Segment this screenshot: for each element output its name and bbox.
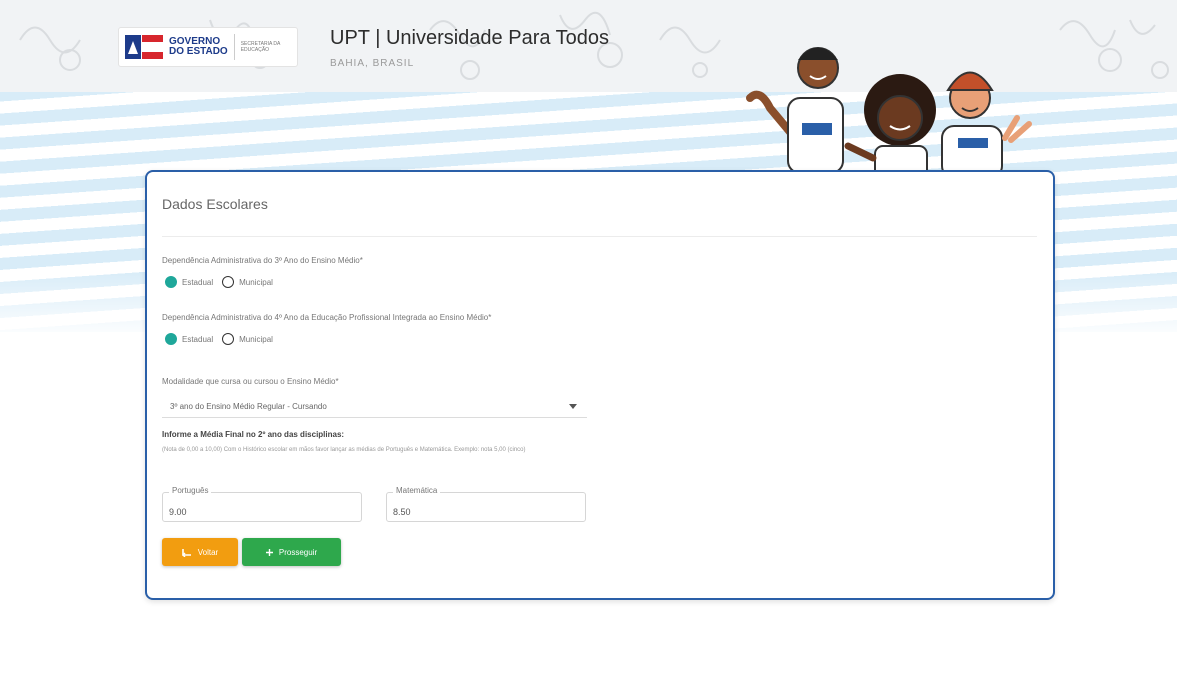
school-data-card: Dados Escolares Dependência Administrati… [145,170,1055,600]
modalidade-selected-value: 3º ano do Ensino Médio Regular - Cursand… [170,402,327,411]
bahia-flag-icon [125,35,163,59]
modalidade-select[interactable]: 3º ano do Ensino Médio Regular - Cursand… [162,396,587,418]
radio-4ano-estadual[interactable] [165,333,177,345]
radio-3ano-estadual-label[interactable]: Estadual [182,278,213,287]
next-button[interactable]: Prosseguir [242,538,341,566]
matematica-label: Matemática [393,486,441,495]
matematica-field: Matemática [386,486,586,522]
radio-4ano-estadual-label[interactable]: Estadual [182,335,213,344]
modalidade-label: Modalidade que cursa ou cursou o Ensino … [162,377,339,386]
chevron-down-icon [569,404,577,409]
plus-icon [265,548,273,556]
logo-text: GOVERNO DO ESTADO [169,37,228,57]
next-button-label: Prosseguir [278,547,318,557]
back-button-label: Voltar [197,547,219,557]
dependencia-4ano-radio-group: Estadual Municipal [165,333,277,345]
matematica-input[interactable] [393,505,573,519]
students-mascot-illustration [746,47,1032,178]
government-logo[interactable]: GOVERNO DO ESTADO SECRETARIA DA EDUCAÇÃO [118,27,298,67]
radio-4ano-municipal-label[interactable]: Municipal [239,335,273,344]
radio-3ano-municipal-label[interactable]: Municipal [239,278,273,287]
dependencia-3ano-label: Dependência Administrativa do 3º Ano do … [162,256,363,265]
media-final-title: Informe a Média Final no 2º ano das disc… [162,430,345,439]
dependencia-3ano-radio-group: Estadual Municipal [165,276,277,288]
back-button[interactable]: Voltar [162,538,238,566]
radio-3ano-estadual[interactable] [165,276,177,288]
logo-divider [233,34,235,60]
card-divider [162,236,1037,237]
dependencia-4ano-label: Dependência Administrativa do 4º Ano da … [162,313,492,322]
radio-4ano-municipal[interactable] [222,333,235,345]
card-title: Dados Escolares [162,196,268,212]
back-arrow-icon [181,548,191,557]
portugues-input[interactable] [169,505,349,519]
site-subtitle: BAHIA, BRASIL [330,58,415,69]
radio-3ano-municipal[interactable] [222,276,235,288]
site-title: UPT | Universidade Para Todos [330,27,610,49]
portugues-field: Português [162,486,362,522]
portugues-label: Português [169,486,212,495]
logo-line-2: DO ESTADO [169,46,228,57]
media-final-help: (Nota de 0,00 a 10,00) Com o Histórico e… [162,447,526,453]
logo-secretaria: SECRETARIA DA EDUCAÇÃO [240,41,281,53]
page: GOVERNO DO ESTADO SECRETARIA DA EDUCAÇÃO… [0,0,1177,697]
